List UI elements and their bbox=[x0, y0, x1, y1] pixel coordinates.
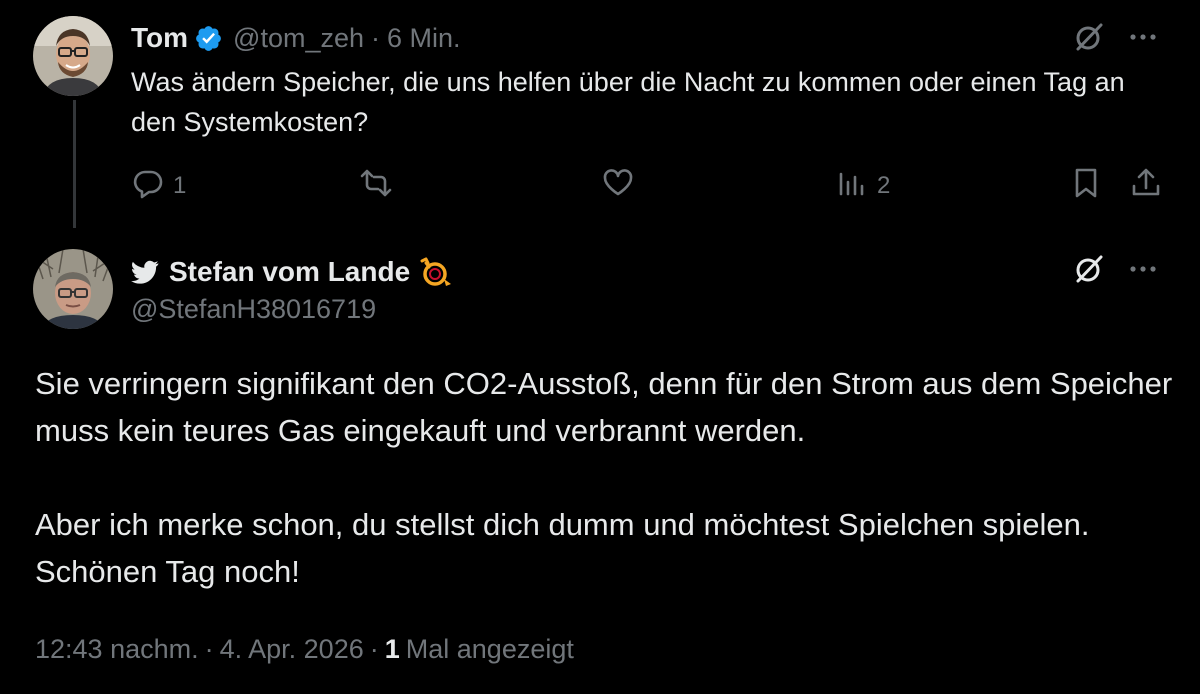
grok-icon[interactable] bbox=[1072, 252, 1106, 286]
thread-connector-line bbox=[73, 100, 76, 228]
author-name[interactable]: Tom bbox=[131, 22, 188, 54]
bookmark-button[interactable] bbox=[1069, 166, 1103, 206]
separator-dot: · bbox=[204, 634, 214, 664]
author-handle[interactable]: @StefanH38016719 bbox=[131, 294, 376, 325]
avatar-stefan[interactable] bbox=[33, 249, 113, 329]
tweet1-text: Was ändern Speicher, die uns helfen über… bbox=[131, 67, 1125, 137]
retweet-icon bbox=[359, 166, 393, 207]
views-icon bbox=[835, 166, 869, 207]
tweet1-top-icons bbox=[1072, 20, 1160, 54]
post-time[interactable]: 6 Min. bbox=[387, 23, 461, 54]
share-icon bbox=[1129, 166, 1163, 207]
tweet2-top-icons bbox=[1072, 252, 1160, 286]
grok-icon[interactable] bbox=[1072, 20, 1106, 54]
more-icon[interactable] bbox=[1126, 252, 1160, 286]
separator-dot: · bbox=[371, 22, 380, 53]
tweet2-paragraph: Sie verringern signifikant den CO2-Ausst… bbox=[35, 366, 1173, 448]
like-button[interactable] bbox=[601, 166, 635, 206]
views-count: 2 bbox=[877, 172, 891, 199]
twitter-bird-icon bbox=[131, 258, 159, 286]
tweet2-meta: 12:43 nachm. · 4. Apr. 2026 · 1 Mal ange… bbox=[35, 634, 574, 665]
view-label: Mal angezeigt bbox=[405, 634, 574, 664]
reply-icon bbox=[131, 166, 165, 207]
post-timestamp[interactable]: 12:43 nachm. bbox=[35, 634, 199, 665]
post-date[interactable]: 4. Apr. 2026 bbox=[220, 634, 364, 665]
reply-count: 1 bbox=[173, 172, 187, 199]
tweet2-paragraph: Aber ich merke schon, du stellst dich du… bbox=[35, 507, 1090, 589]
tweet2-header: Stefan vom Lande bbox=[131, 254, 454, 290]
tweet1-header: Tom @tom_zeh · 6 Min. bbox=[131, 20, 461, 56]
author-handle[interactable]: @tom_zeh bbox=[233, 23, 364, 54]
tweet1-action-bar: 1 2 bbox=[131, 166, 1171, 206]
post-horn-emoji-icon bbox=[418, 255, 454, 289]
avatar-tom[interactable] bbox=[33, 16, 113, 96]
views-button[interactable]: 2 bbox=[835, 166, 890, 206]
bookmark-icon bbox=[1069, 166, 1103, 207]
reply-button[interactable]: 1 bbox=[131, 166, 186, 206]
author-name[interactable]: Stefan vom Lande bbox=[169, 256, 410, 288]
retweet-button[interactable] bbox=[359, 166, 393, 206]
more-icon[interactable] bbox=[1126, 20, 1160, 54]
view-count: 1 bbox=[384, 634, 400, 664]
tweet2-text: Sie verringern signifikant den CO2-Ausst… bbox=[35, 360, 1185, 595]
like-icon bbox=[601, 166, 635, 207]
share-button[interactable] bbox=[1129, 166, 1163, 206]
verified-badge-icon bbox=[194, 24, 223, 53]
separator-dot: · bbox=[369, 634, 379, 664]
